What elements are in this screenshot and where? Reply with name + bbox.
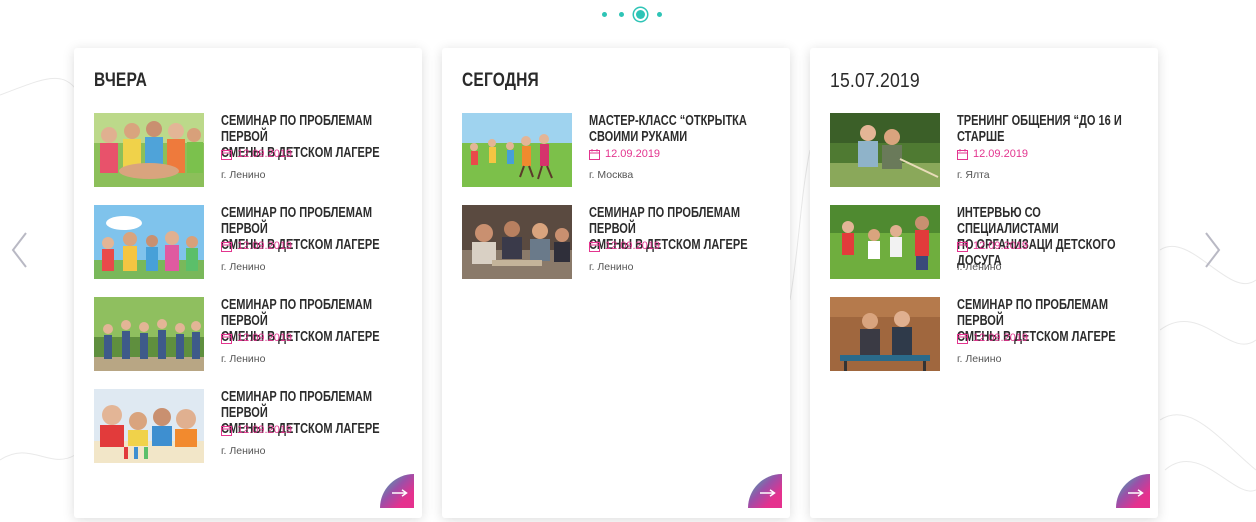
calendar-icon (221, 240, 232, 252)
chevron-left-icon (11, 232, 27, 268)
event-date: 12.09.2019 (957, 240, 1028, 252)
calendar-icon (221, 148, 232, 160)
event-item[interactable]: СЕМИНАР ПО ПРОБЛЕМАМ ПЕРВОЙ СМЕНЫ В ДЕТС… (94, 113, 410, 193)
calendar-icon (589, 148, 600, 160)
event-date-text: 12.09.2019 (973, 148, 1029, 160)
event-title: ИНТЕРВЬЮ СО СПЕЦИАЛИСТАМИ ПО ОРГАНИЗАЦИ … (957, 205, 1116, 269)
show-more-button[interactable] (748, 474, 782, 508)
event-item[interactable]: СЕМИНАР ПО ПРОБЛЕМАМ ПЕРВОЙ СМЕНЫ В ДЕТС… (94, 297, 410, 377)
event-date: 12.09.2019 (221, 240, 292, 252)
event-date: 12.09.2019 (589, 148, 660, 160)
event-location: г. Ленино (221, 353, 266, 365)
children-drawing-photo (94, 389, 204, 463)
show-more-button[interactable] (380, 474, 414, 508)
event-item[interactable]: МАСТЕР-КЛАСС “ОТКРЫТКА СВОИМИ РУКАМИ 12.… (462, 113, 778, 193)
day-column-today: СЕГОДНЯ МАСТЕР-КЛАСС “ОТКРЫТКА СВОИМИ РУ… (442, 48, 790, 518)
event-item[interactable]: ИНТЕРВЬЮ СО СПЕЦИАЛИСТАМИ ПО ОРГАНИЗАЦИ … (830, 205, 1146, 285)
event-date: 12.09.2019 (957, 332, 1028, 344)
event-date-text: 12.09.2019 (605, 148, 661, 160)
day-column-yesterday: ВЧЕРА СЕМИНАР ПО ПРОБЛЕМАМ ПЕРВОЙ СМЕНЫ … (74, 48, 422, 518)
event-item[interactable]: ТРЕНИНГ ОБЩЕНИЯ “ДО 16 И СТАРШЕ 12.09.20… (830, 113, 1146, 193)
event-location: г. Ленино (957, 261, 1002, 273)
event-location: г. Ленино (221, 261, 266, 273)
children-group-photo (94, 113, 204, 187)
event-date-text: 12.09.2019 (237, 148, 293, 160)
carousel-prev-button[interactable] (8, 230, 34, 270)
event-location: г. Ленино (957, 353, 1002, 365)
calendar-icon (957, 148, 968, 160)
calendar-icon (221, 424, 232, 436)
event-date-text: 12.09.2019 (237, 332, 293, 344)
event-date-text: 12.09.2019 (973, 240, 1029, 252)
calendar-icon (957, 240, 968, 252)
pagination-dot[interactable] (602, 11, 607, 17)
children-park-photo (94, 297, 204, 371)
carousel-pagination (4, 5, 1256, 23)
event-title: ТРЕНИНГ ОБЩЕНИЯ “ДО 16 И СТАРШЕ (957, 113, 1122, 145)
event-date-text: 12.09.2019 (605, 240, 661, 252)
event-item[interactable]: СЕМИНАР ПО ПРОБЛЕМАМ ПЕРВОЙ СМЕНЫ В ДЕТС… (94, 389, 410, 469)
event-date: 12.09.2019 (221, 424, 292, 436)
event-item[interactable]: СЕМИНАР ПО ПРОБЛЕМАМ ПЕРВОЙ СМЕНЫ В ДЕТС… (830, 297, 1146, 377)
column-heading: СЕГОДНЯ (462, 70, 539, 91)
event-date-text: 12.09.2019 (237, 424, 293, 436)
arrow-right-icon (1128, 489, 1144, 497)
event-item[interactable]: СЕМИНАР ПО ПРОБЛЕМАМ ПЕРВОЙ СМЕНЫ В ДЕТС… (462, 205, 778, 285)
calendar-icon (957, 332, 968, 344)
pagination-dot[interactable] (657, 11, 662, 17)
event-date-text: 12.09.2019 (973, 332, 1029, 344)
event-location: г. Ленино (221, 445, 266, 457)
event-date: 12.09.2019 (221, 332, 292, 344)
event-item[interactable]: СЕМИНАР ПО ПРОБЛЕМАМ ПЕРВОЙ СМЕНЫ В ДЕТС… (94, 205, 410, 285)
calendar-icon (221, 332, 232, 344)
event-date: 12.09.2019 (957, 148, 1028, 160)
event-title: МАСТЕР-КЛАСС “ОТКРЫТКА СВОИМИ РУКАМИ (589, 113, 747, 145)
calendar-icon (589, 240, 600, 252)
teens-table-tennis-photo (830, 297, 940, 371)
event-date-text: 12.09.2019 (237, 240, 293, 252)
pagination-dot-active[interactable] (636, 9, 645, 19)
chevron-right-icon (1205, 232, 1221, 268)
pagination-dot[interactable] (619, 11, 624, 17)
kids-rope-pull-photo (830, 113, 940, 187)
event-location: г. Ленино (221, 169, 266, 181)
event-location: г. Ялта (957, 169, 990, 181)
column-heading: ВЧЕРА (94, 70, 148, 91)
arrow-right-icon (392, 489, 408, 497)
children-running-photo (462, 113, 572, 187)
children-outdoors-photo (94, 205, 204, 279)
arrow-right-icon (760, 489, 776, 497)
event-date: 12.09.2019 (221, 148, 292, 160)
carousel-next-button[interactable] (1200, 230, 1226, 270)
event-location: г. Ленино (589, 261, 634, 273)
children-field-photo (830, 205, 940, 279)
workshop-photo (462, 205, 572, 279)
event-date: 12.09.2019 (589, 240, 660, 252)
show-more-button[interactable] (1116, 474, 1150, 508)
event-location: г. Москва (589, 169, 634, 181)
day-column-date: 15.07.2019 ТРЕНИНГ ОБЩЕНИЯ “ДО 16 И СТАР… (810, 48, 1158, 518)
column-heading: 15.07.2019 (830, 70, 920, 92)
